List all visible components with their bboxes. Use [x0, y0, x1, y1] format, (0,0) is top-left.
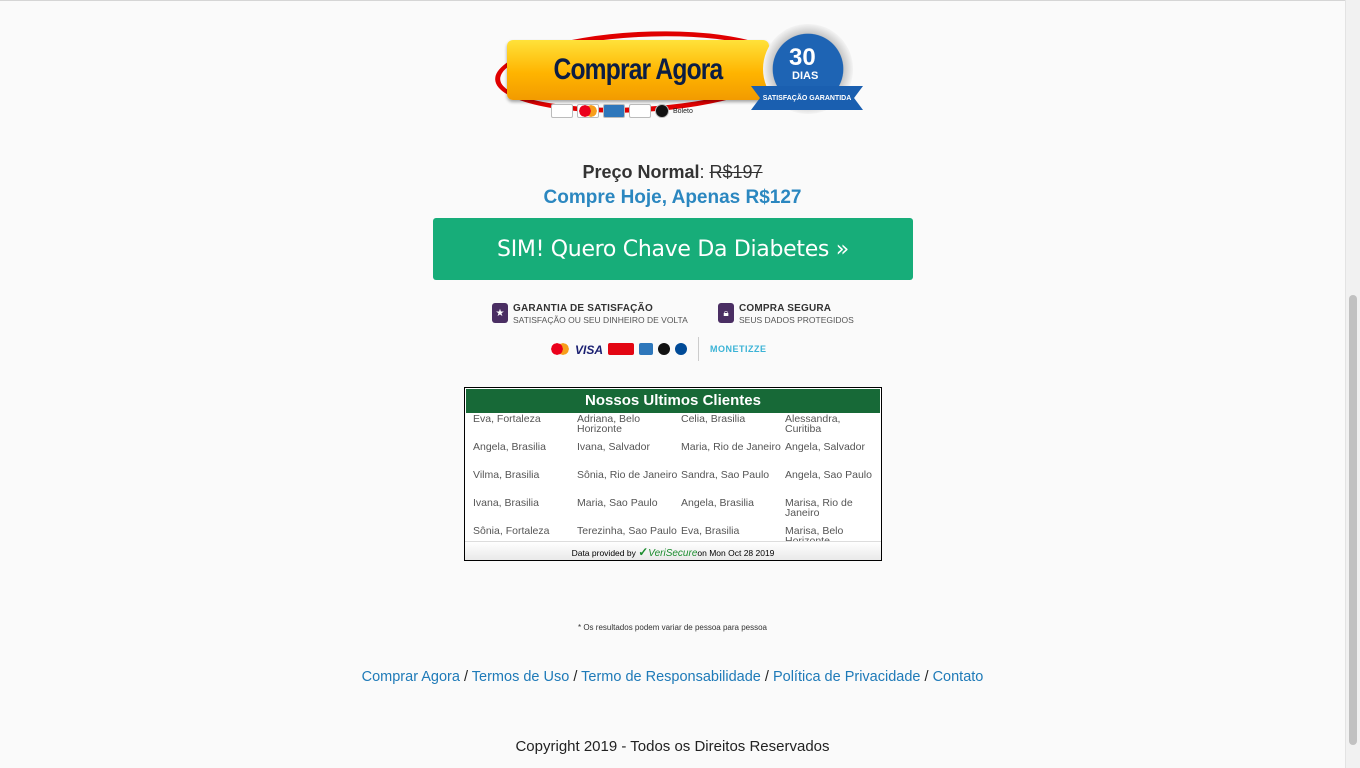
- client-entry: Sônia, Fortaleza: [473, 525, 550, 537]
- payment-methods: VISA MONETIZZE: [550, 337, 767, 361]
- guarantee-strip: ★ GARANTIA DE SATISFAÇÃO SATISFAÇÃO OU S…: [492, 303, 862, 361]
- seal-unit: DIAS: [792, 70, 819, 82]
- client-entry: Angela, Brasilia: [473, 441, 546, 453]
- amex-icon: [603, 104, 625, 118]
- secure-purchase: 🔒︎ COMPRA SEGURA SEUS DADOS PROTEGIDOS: [718, 303, 854, 325]
- elo-icon: [658, 343, 671, 355]
- client-entry: Maria, Rio de Janeiro: [681, 441, 781, 453]
- footer-links: Comprar Agora / Termos de Uso / Termo de…: [0, 669, 1345, 685]
- satisfaction-subtitle: SATISFAÇÃO OU SEU DINHEIRO DE VOLTA: [513, 315, 688, 325]
- normal-price-value: R$197: [709, 162, 763, 182]
- clients-title: Nossos Ultimos Clientes: [466, 389, 880, 413]
- satisfaction-title: GARANTIA DE SATISFAÇÃO: [513, 303, 653, 314]
- footer-link-termo-de-responsabilidade[interactable]: Termo de Responsabilidade: [581, 669, 761, 685]
- link-separator: /: [760, 669, 773, 685]
- vertical-scrollbar[interactable]: [1345, 0, 1360, 768]
- clients-footer: Data provided by ✓VeriSecureon Mon Oct 2…: [465, 541, 881, 560]
- client-entry: Ivana, Brasilia: [473, 497, 539, 509]
- secure-title: COMPRA SEGURA: [739, 303, 832, 314]
- client-entry: Eva, Fortaleza: [473, 414, 541, 425]
- payment-logos: Boleto: [551, 104, 693, 118]
- client-entry: Ivana, Salvador: [577, 441, 650, 453]
- results-disclaimer: * Os resultados podem variar de pessoa p…: [578, 623, 767, 632]
- buy-now-button[interactable]: Comprar Agora: [507, 40, 769, 100]
- client-entry: Sandra, Sao Paulo: [681, 469, 770, 481]
- client-entry: Marisa, Rio de Janeiro: [785, 497, 853, 519]
- link-separator: /: [920, 669, 933, 685]
- verisecure-logo[interactable]: VeriSecure: [648, 548, 697, 559]
- client-entry: Alessandra, Curitiba: [785, 414, 841, 435]
- normal-price: Preço Normal: R$197: [0, 162, 1345, 183]
- visa-logo: VISA: [575, 343, 604, 357]
- amex-icon: [639, 343, 654, 355]
- client-entry: Angela, Brasilia: [681, 497, 754, 509]
- monetizze-logo: MONETIZZE: [710, 344, 767, 354]
- link-separator: /: [569, 669, 582, 685]
- footer-link-comprar-agora[interactable]: Comprar Agora: [362, 669, 460, 685]
- client-entry: Marisa, Belo Horizonte: [785, 525, 844, 542]
- seal-number: 30: [789, 44, 816, 71]
- brand-part-b: Secure: [665, 548, 698, 559]
- page-content: Comprar Agora Boleto 30 DIAS SATISFAÇÃO …: [0, 0, 1345, 768]
- footer-link-termos-de-uso[interactable]: Termos de Uso: [472, 669, 570, 685]
- buy-now-banner[interactable]: Comprar Agora Boleto 30 DIAS SATISFAÇÃO …: [493, 24, 870, 134]
- visa-icon: [551, 104, 573, 118]
- scrollbar-thumb[interactable]: [1349, 295, 1357, 745]
- elo-icon: [655, 104, 669, 118]
- client-entry: Terezinha, Sao Paulo: [577, 525, 677, 537]
- check-icon: ✓: [638, 545, 649, 559]
- client-entry: Celia, Brasilia: [681, 414, 746, 425]
- copyright: Copyright 2019 - Todos os Direitos Reser…: [515, 738, 830, 755]
- normal-price-label: Preço Normal: [582, 162, 700, 182]
- client-entry: Maria, Sao Paulo: [577, 497, 658, 509]
- link-separator: /: [459, 669, 472, 685]
- today-price: Compre Hoje, Apenas R$127: [543, 187, 802, 208]
- secure-subtitle: SEUS DADOS PROTEGIDOS: [739, 315, 854, 325]
- mastercard-icon: [577, 104, 599, 118]
- buy-now-label: Comprar Agora: [553, 53, 724, 86]
- footer-link-contato[interactable]: Contato: [933, 669, 984, 685]
- brand-part-a: Veri: [648, 548, 666, 559]
- guarantee-seal: 30 DIAS SATISFAÇÃO GARANTIDA: [751, 24, 863, 132]
- seal-ribbon: SATISFAÇÃO GARANTIDA: [751, 86, 863, 110]
- mastercard-icon: [550, 343, 570, 355]
- clients-list[interactable]: Eva, Fortaleza Adriana, Belo Horizonte Cel…: [473, 414, 877, 542]
- client-entry: Sônia, Rio de Janeiro: [577, 469, 678, 481]
- normal-price-separator: :: [699, 162, 710, 182]
- client-entry: Angela, Salvador: [785, 441, 865, 453]
- client-entry: Vilma, Brasilia: [473, 469, 540, 481]
- data-date: on Mon Oct 28 2019: [697, 548, 775, 558]
- satisfaction-guarantee: ★ GARANTIA DE SATISFAÇÃO SATISFAÇÃO OU S…: [492, 303, 688, 325]
- cta-button[interactable]: SIM! Quero Chave Da Diabetes »: [433, 218, 913, 280]
- hipercard-icon: [608, 343, 635, 355]
- client-entry: Eva, Brasilia: [681, 525, 740, 537]
- client-entry: Adriana, Belo Horizonte: [577, 414, 641, 435]
- star-badge-icon: ★: [492, 303, 508, 323]
- data-provided-label: Data provided by: [571, 548, 636, 558]
- diners-icon: [675, 343, 688, 355]
- client-entry: Angela, Sao Paulo: [785, 469, 872, 481]
- recent-clients-widget: Nossos Ultimos Clientes Eva, Fortaleza Ad…: [464, 387, 882, 561]
- diners-icon: [629, 104, 651, 118]
- footer-link-politica-de-privacidade[interactable]: Política de Privacidade: [773, 669, 921, 685]
- boleto-label: Boleto: [673, 107, 693, 115]
- lock-icon: 🔒︎: [718, 303, 734, 323]
- divider: [698, 337, 700, 361]
